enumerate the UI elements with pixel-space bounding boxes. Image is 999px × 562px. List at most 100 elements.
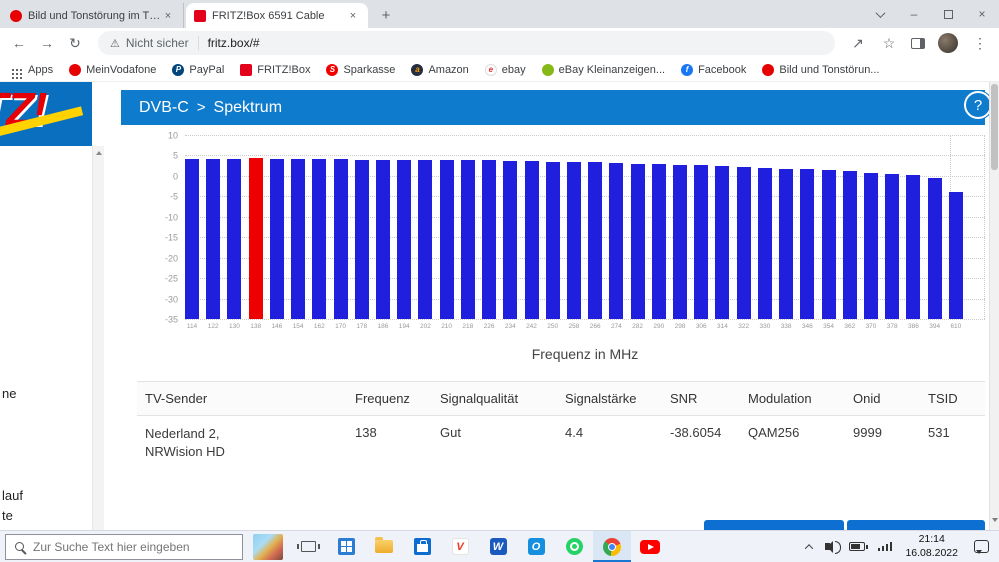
spectrum-bar[interactable]	[375, 159, 390, 319]
grid-app-button[interactable]	[327, 531, 365, 562]
new-tab-button[interactable]: +	[374, 3, 398, 27]
spectrum-bar[interactable]	[673, 164, 688, 319]
spectrum-bar[interactable]	[800, 169, 815, 319]
bookmark-fritzbox[interactable]: FRITZ!Box	[240, 63, 310, 76]
bookmark-ebay-kleinanzeigen[interactable]: eBay Kleinanzeigen...	[541, 63, 665, 76]
spectrum-bar[interactable]	[524, 161, 539, 319]
bookmark-paypal[interactable]: P PayPal	[172, 63, 224, 76]
menu-item-fragment[interactable]: ne	[2, 386, 16, 401]
spectrum-bar[interactable]	[906, 175, 921, 319]
spectrum-bar[interactable]	[439, 159, 454, 319]
spectrum-bar[interactable]	[460, 160, 475, 319]
address-bar[interactable]: ⚠ Nicht sicher fritz.box/#	[98, 31, 835, 55]
spectrum-bar[interactable]	[651, 164, 666, 319]
spectrum-bar[interactable]	[588, 162, 603, 319]
tab-vodafone-forum[interactable]: Bild und Tonstörung im TV so wi ×	[2, 3, 184, 28]
store-button[interactable]	[403, 531, 441, 562]
browser-tab-strip: Bild und Tonstörung im TV so wi × FRITZ!…	[0, 0, 999, 28]
page-scrollbar[interactable]	[989, 82, 999, 530]
news-widget-thumbnail[interactable]	[253, 533, 283, 560]
kleinanzeigen-favicon	[541, 63, 554, 76]
tab-close-icon[interactable]: ×	[346, 9, 360, 23]
store-icon	[413, 538, 431, 555]
spectrum-bar[interactable]	[291, 159, 306, 319]
help-button[interactable]: ?	[964, 91, 992, 119]
spectrum-bar[interactable]	[609, 163, 624, 319]
spectrum-bar[interactable]	[885, 173, 900, 319]
whatsapp-button[interactable]	[555, 531, 593, 562]
bookmark-star-icon[interactable]: ☆	[880, 35, 898, 52]
browser-menu-icon[interactable]: ⋮	[971, 35, 989, 52]
spectrum-bar[interactable]	[269, 158, 284, 319]
spectrum-bar[interactable]	[927, 177, 942, 319]
menu-item-fragment[interactable]: lauf	[2, 488, 23, 503]
apps-shortcut[interactable]: Apps	[12, 64, 53, 76]
tab-fritzbox[interactable]: FRITZ!Box 6591 Cable ×	[186, 3, 368, 28]
youtube-button[interactable]	[631, 531, 669, 562]
tab-close-icon[interactable]: ×	[161, 9, 175, 23]
profile-avatar[interactable]	[938, 33, 958, 53]
taskbar-search-box[interactable]	[5, 533, 243, 560]
word-button[interactable]: W	[479, 531, 517, 562]
taskbar-clock[interactable]: 21:14 16.08.2022	[905, 533, 958, 560]
bookmark-ebay[interactable]: e ebay	[484, 63, 526, 76]
spectrum-bar[interactable]	[503, 160, 518, 319]
spectrum-bar[interactable]	[821, 170, 836, 319]
spectrum-bar[interactable]	[630, 163, 645, 319]
spectrum-bar[interactable]	[482, 160, 497, 319]
forward-icon[interactable]: →	[38, 35, 56, 51]
scroll-down-arrow-icon[interactable]	[992, 518, 998, 522]
cell-snr: -38.6054	[670, 425, 722, 440]
bookmark-amazon[interactable]: a Amazon	[411, 63, 469, 76]
sidebar-scrollbar[interactable]	[92, 146, 104, 530]
x-tick-label: 386	[908, 323, 919, 330]
window-close-button[interactable]: ×	[965, 0, 999, 28]
network-icon[interactable]	[877, 542, 893, 551]
task-view-button[interactable]	[289, 531, 327, 562]
spectrum-bar[interactable]	[948, 192, 963, 319]
chrome-button[interactable]	[593, 531, 631, 562]
volume-icon[interactable]	[824, 540, 841, 554]
outlook-button[interactable]: O	[517, 531, 555, 562]
share-icon[interactable]: ↗	[849, 35, 867, 52]
vivaldi-button[interactable]: V	[441, 531, 479, 562]
spectrum-bar[interactable]	[779, 168, 794, 319]
spectrum-bar[interactable]	[757, 167, 772, 319]
spectrum-bar[interactable]	[333, 159, 348, 319]
spectrum-bar[interactable]	[206, 158, 221, 319]
spectrum-bar[interactable]	[248, 157, 263, 319]
window-minimize-button[interactable]: –	[897, 0, 931, 28]
spectrum-bar[interactable]	[312, 159, 327, 319]
spectrum-bar[interactable]	[418, 159, 433, 319]
menu-item-fragment[interactable]: te	[2, 508, 13, 523]
reload-icon[interactable]: ↻	[66, 35, 84, 52]
scrollbar-thumb[interactable]	[991, 84, 998, 170]
bookmark-bild-tonstoerung[interactable]: Bild und Tonstörun...	[762, 63, 879, 76]
spectrum-bar[interactable]	[185, 158, 199, 319]
spectrum-bar[interactable]	[694, 165, 709, 319]
spectrum-bar[interactable]	[545, 161, 560, 319]
battery-icon[interactable]	[848, 542, 868, 551]
file-explorer-button[interactable]	[365, 531, 403, 562]
spectrum-bar[interactable]	[842, 171, 857, 319]
bookmark-meinvodafone[interactable]: MeinVodafone	[69, 63, 156, 76]
search-input[interactable]	[33, 539, 233, 554]
spectrum-action-button-right[interactable]	[847, 520, 985, 530]
bookmark-sparkasse[interactable]: S Sparkasse	[326, 63, 395, 76]
tray-expand-chevron-icon[interactable]	[804, 543, 814, 553]
action-center-icon[interactable]	[974, 540, 989, 554]
spectrum-bar[interactable]	[736, 166, 751, 319]
scroll-up-arrow-icon[interactable]	[96, 151, 102, 155]
tab-search-chevron-icon[interactable]	[863, 0, 897, 28]
spectrum-action-button-left[interactable]	[704, 520, 844, 530]
back-icon[interactable]: ←	[10, 35, 28, 51]
spectrum-bar[interactable]	[715, 166, 730, 319]
spectrum-bar[interactable]	[864, 172, 878, 319]
spectrum-bar[interactable]	[354, 159, 369, 319]
window-maximize-button[interactable]	[931, 0, 965, 28]
spectrum-bar[interactable]	[227, 158, 242, 319]
bookmark-facebook[interactable]: f Facebook	[681, 63, 746, 76]
spectrum-bar[interactable]	[397, 159, 412, 319]
side-panel-icon[interactable]	[911, 37, 925, 49]
spectrum-bar[interactable]	[566, 162, 581, 319]
